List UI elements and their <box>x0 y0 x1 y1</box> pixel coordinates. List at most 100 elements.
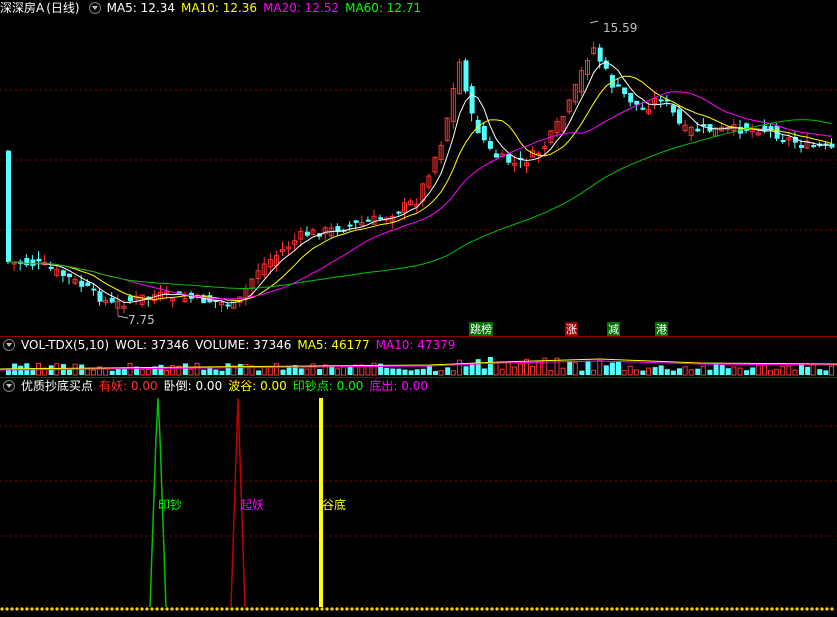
volume-bar <box>511 366 517 376</box>
signal-tag-1[interactable]: 跳榜 <box>469 322 493 336</box>
baseline-dot <box>775 607 779 611</box>
price-panel[interactable]: 深深房A (日线) MA5: 12.34 MA10: 12.36 MA20: 1… <box>0 0 837 336</box>
baseline-dot <box>15 607 19 611</box>
baseline-dot <box>705 607 709 611</box>
baseline-dot <box>250 607 254 611</box>
baseline-dot <box>280 607 284 611</box>
baseline-dot <box>335 607 339 611</box>
baseline-dot <box>180 607 184 611</box>
candle-down <box>30 259 36 266</box>
volume-bar <box>273 363 279 376</box>
baseline-dot <box>300 607 304 611</box>
baseline-dot <box>535 607 539 611</box>
baseline-dot <box>175 607 179 611</box>
volume-bar <box>719 364 725 375</box>
baseline-dot <box>110 607 114 611</box>
volume-panel-header: VOL-TDX(5,10) WOL: 37346 VOLUME: 37346 M… <box>0 337 455 353</box>
signal-tag-4[interactable]: 港 <box>655 322 668 336</box>
signal-menu-icon[interactable] <box>3 380 15 392</box>
volume-bar <box>414 369 420 375</box>
baseline-dot <box>370 607 374 611</box>
candle-down <box>670 105 676 113</box>
candle-down <box>85 282 91 286</box>
volume-indicator-name[interactable]: VOL-TDX(5,10) <box>21 337 109 353</box>
baseline-dot <box>205 607 209 611</box>
baseline-dot <box>680 607 684 611</box>
baseline-dot <box>600 607 604 611</box>
stock-name[interactable]: 深深房A <box>0 0 44 16</box>
baseline-dot <box>130 607 134 611</box>
volume-bar <box>670 370 676 375</box>
baseline-dot <box>475 607 479 611</box>
baseline-dot <box>525 607 529 611</box>
high-price-label: 15.59 <box>603 21 637 35</box>
volume-bar <box>567 360 573 375</box>
candle-down <box>481 126 487 141</box>
period-label: (日线) <box>46 1 80 15</box>
baseline-dot <box>655 607 659 611</box>
candle-down <box>225 304 231 307</box>
baseline-dot <box>100 607 104 611</box>
signal-panel[interactable]: 优质抄底买点 有妖: 0.00 卧倒: 0.00 波谷: 0.00 印钞点: 0… <box>0 378 837 617</box>
volume-bar <box>677 368 682 375</box>
volume-bar <box>304 368 310 376</box>
volume-bar <box>463 366 469 375</box>
wol-label: WOL: 37346 <box>115 338 190 352</box>
volume-bar <box>517 363 523 376</box>
volume-bar <box>450 370 456 376</box>
volume-bar <box>341 366 346 376</box>
signal-tag-2[interactable]: 涨 <box>565 322 578 336</box>
volume-bar <box>774 368 780 376</box>
baseline-dot <box>30 607 34 611</box>
volume-bar <box>548 370 554 376</box>
volume-bar <box>390 368 396 375</box>
baseline-dot <box>515 607 519 611</box>
candle-down <box>6 150 11 262</box>
baseline-dot <box>445 607 449 611</box>
baseline-dot <box>725 607 729 611</box>
baseline-dot <box>560 607 564 611</box>
baseline-dot <box>490 607 494 611</box>
baseline-dot <box>375 607 379 611</box>
volume-bar <box>786 365 792 376</box>
signal-chart[interactable]: 印钞 起妖 谷底 <box>0 378 837 617</box>
volume-bar <box>396 368 402 375</box>
baseline-dot <box>255 607 259 611</box>
signal-indicator-name[interactable]: 优质抄底买点 <box>21 378 93 394</box>
baseline-dot <box>400 607 404 611</box>
candlestick-chart[interactable]: 15.59 7.75 <box>0 0 837 336</box>
volume-bar <box>201 369 207 375</box>
baseline-dot <box>505 607 509 611</box>
baseline-dot <box>245 607 249 611</box>
candle-down <box>506 154 512 163</box>
baseline-dot <box>510 607 514 611</box>
baseline-dot <box>675 607 679 611</box>
volume-menu-icon[interactable] <box>3 339 15 351</box>
baseline-dot <box>800 607 804 611</box>
baseline-dot <box>720 607 724 611</box>
volume-bar <box>499 368 505 376</box>
volume-bar <box>658 365 664 375</box>
volume-panel[interactable]: VOL-TDX(5,10) WOL: 37346 VOLUME: 37346 M… <box>0 337 837 377</box>
indicator-menu-icon[interactable] <box>88 2 101 14</box>
volume-bar <box>139 369 145 376</box>
volume-bar <box>420 368 426 375</box>
baseline-dot <box>35 607 39 611</box>
baseline-dot <box>405 607 409 611</box>
candle-down <box>353 220 359 223</box>
yinchao-label: 印钞 <box>158 497 182 512</box>
baseline-dot <box>240 607 244 611</box>
baseline-dot <box>545 607 549 611</box>
volume-bar <box>688 369 694 376</box>
volume-bar <box>188 368 194 376</box>
volume-bar <box>127 363 133 376</box>
baseline-dot <box>570 607 574 611</box>
candle-down <box>811 145 817 148</box>
volume-bar <box>603 365 609 375</box>
baseline-dot <box>220 607 224 611</box>
signal-tag-3[interactable]: 减 <box>607 322 620 336</box>
baseline-dot <box>155 607 159 611</box>
volume-bar <box>713 363 719 375</box>
bottom-dots <box>0 607 834 611</box>
volume-bar <box>810 364 816 376</box>
